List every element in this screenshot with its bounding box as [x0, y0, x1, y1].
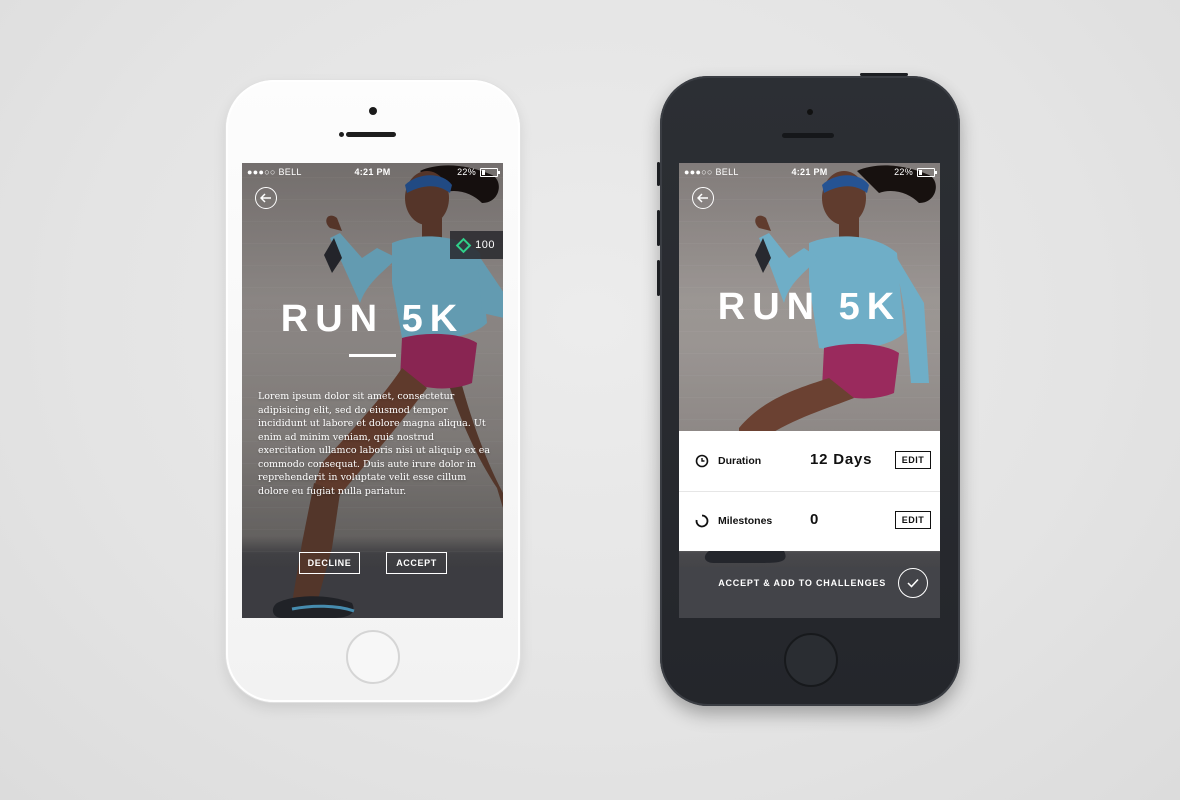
battery-icon	[917, 167, 937, 177]
white-phone: ●●●○○ BELL 4:21 PM 22% 100 RUN 5K Lorem …	[226, 80, 520, 702]
page-title: RUN 5K	[717, 286, 902, 328]
duration-label: Duration	[718, 455, 762, 467]
battery-percent: 22%	[457, 167, 476, 177]
accept-add-to-challenges-button[interactable]: ACCEPT & ADD TO CHALLENGES	[679, 567, 940, 599]
battery-indicator: 22%	[457, 167, 500, 177]
challenge-description: Lorem ipsum dolor sit amet, consectetur …	[258, 391, 491, 497]
arrow-left-icon	[697, 193, 708, 203]
right-screen: ●●●○○ BELL 4:21 PM 22% RUN 5K Duration 1…	[679, 163, 940, 618]
front-camera	[807, 109, 813, 115]
decline-button[interactable]: DECLINE	[299, 552, 360, 574]
back-button[interactable]	[255, 187, 277, 209]
duration-value: 12 Days	[810, 451, 873, 468]
battery-icon	[480, 167, 500, 177]
battery-indicator: 22%	[894, 167, 937, 177]
accept-button[interactable]: ACCEPT	[386, 552, 447, 574]
progress-ring-icon	[695, 514, 709, 528]
edit-duration-button[interactable]: EDIT	[895, 451, 931, 469]
black-phone: ●●●○○ BELL 4:21 PM 22% RUN 5K Duration 1…	[657, 73, 960, 706]
page-title: RUN 5K	[280, 298, 465, 340]
diamond-icon	[455, 237, 472, 253]
status-bar: ●●●○○ BELL 4:21 PM 22%	[679, 163, 940, 181]
duration-row: Duration 12 Days EDIT	[679, 431, 940, 491]
earpiece-speaker	[346, 132, 396, 137]
earpiece-speaker	[782, 133, 834, 138]
points-value: 100	[475, 239, 495, 251]
title-underline	[349, 354, 396, 357]
clock-icon	[695, 454, 709, 468]
back-button[interactable]	[692, 187, 714, 209]
milestones-value: 0	[810, 511, 820, 528]
checkmark-icon	[898, 568, 928, 598]
front-camera	[369, 107, 377, 115]
home-button[interactable]	[346, 630, 400, 684]
milestones-label: Milestones	[718, 515, 773, 527]
arrow-left-icon	[260, 193, 271, 203]
left-screen: ●●●○○ BELL 4:21 PM 22% 100 RUN 5K Lorem …	[242, 163, 503, 618]
home-button[interactable]	[784, 633, 838, 687]
battery-percent: 22%	[894, 167, 913, 177]
edit-milestones-button[interactable]: EDIT	[895, 511, 931, 529]
points-badge: 100	[450, 231, 503, 259]
milestones-row: Milestones 0 EDIT	[679, 491, 940, 551]
accept-add-label: ACCEPT & ADD TO CHALLENGES	[718, 578, 886, 588]
status-bar: ●●●○○ BELL 4:21 PM 22%	[242, 163, 503, 181]
challenge-details-panel: Duration 12 Days EDIT Milestones 0 EDIT	[679, 431, 940, 551]
